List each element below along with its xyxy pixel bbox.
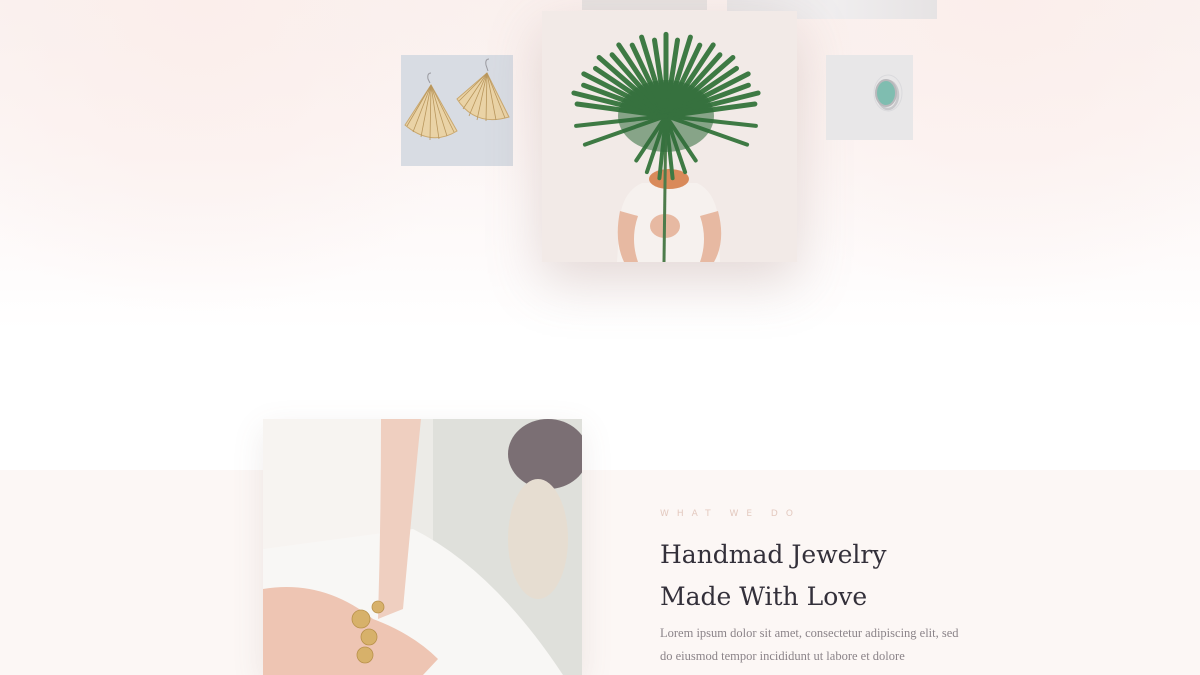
- gallery-image-top-left[interactable]: [582, 0, 707, 10]
- featured-image[interactable]: [542, 11, 797, 262]
- section-eyebrow: WHAT WE DO: [660, 509, 801, 519]
- section-heading: Handmad Jewelry Made With Love: [660, 540, 887, 611]
- bracelet-photo-illustration: [263, 419, 582, 675]
- about-section-background: [0, 470, 1200, 675]
- earrings-illustration: [401, 55, 513, 166]
- ring-illustration: [826, 55, 913, 140]
- palm-leaf-illustration: [542, 11, 797, 262]
- section-body-text: Lorem ipsum dolor sit amet, consectetur …: [660, 626, 959, 663]
- about-image[interactable]: [263, 419, 582, 675]
- earrings-image[interactable]: [401, 55, 513, 166]
- ring-image[interactable]: [826, 55, 913, 140]
